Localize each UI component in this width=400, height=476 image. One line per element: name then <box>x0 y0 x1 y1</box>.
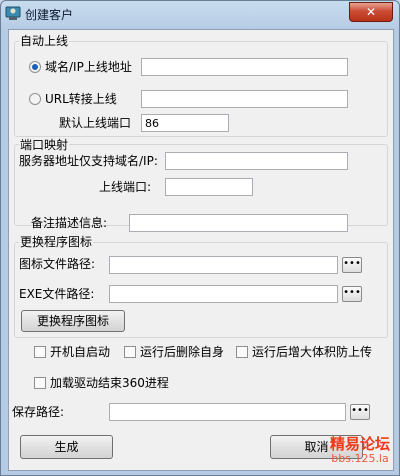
icon-change-group-label: 更换程序图标 <box>19 235 94 249</box>
port-mapping-group-label: 端口映射 <box>19 138 70 152</box>
generate-button[interactable]: 生成 <box>20 435 113 459</box>
load-driver-checkbox[interactable] <box>34 377 46 389</box>
icon-path-input[interactable] <box>109 256 338 274</box>
ellipsis-icon: ••• <box>351 405 369 416</box>
forum-watermark: 精易论坛 bbs.125.la <box>323 435 397 465</box>
url-redirect-radio[interactable] <box>29 93 41 105</box>
url-redirect-input[interactable] <box>141 90 348 108</box>
url-redirect-label: URL转接上线 <box>45 92 117 106</box>
save-path-label: 保存路径: <box>12 405 65 419</box>
exe-path-browse-button[interactable]: ••• <box>342 286 362 302</box>
remark-label: 备注描述信息: <box>31 216 108 230</box>
enlarge-label: 运行后增大体积防上传 <box>252 345 373 359</box>
exe-path-label: EXE文件路径: <box>19 287 95 301</box>
domain-ip-radio[interactable] <box>29 61 41 73</box>
autostart-checkbox[interactable] <box>34 346 46 358</box>
server-address-label: 服务器地址仅支持域名/IP: <box>19 154 158 168</box>
window-title: 创建客户 <box>25 8 74 22</box>
auto-online-group-label: 自动上线 <box>19 34 70 48</box>
remark-input[interactable] <box>129 214 348 232</box>
domain-ip-label: 域名/IP上线地址 <box>45 60 132 74</box>
load-driver-label: 加载驱动结束360进程 <box>50 376 169 390</box>
close-button[interactable]: ✕ <box>349 2 393 22</box>
watermark-url: bbs.125.la <box>331 452 389 465</box>
autostart-label: 开机自启动 <box>50 345 111 359</box>
delete-self-label: 运行后删除自身 <box>140 345 225 359</box>
icon-path-browse-button[interactable]: ••• <box>342 257 362 273</box>
server-address-input[interactable] <box>165 152 348 170</box>
dialog-body: 自动上线 域名/IP上线地址 URL转接上线 默认上线端口 端口映射 服务器地址… <box>8 29 394 471</box>
ellipsis-icon: ••• <box>343 287 361 298</box>
close-icon: ✕ <box>365 5 377 19</box>
domain-ip-input[interactable] <box>141 58 348 76</box>
save-path-input[interactable] <box>109 403 346 421</box>
default-port-label: 默认上线端口 <box>59 116 132 130</box>
client-icon <box>5 6 21 20</box>
mapping-port-label: 上线端口: <box>99 180 152 194</box>
delete-self-checkbox[interactable] <box>124 346 136 358</box>
exe-path-input[interactable] <box>109 285 338 303</box>
watermark-title: 精易论坛 <box>329 435 390 453</box>
enlarge-checkbox[interactable] <box>236 346 248 358</box>
save-path-browse-button[interactable]: ••• <box>350 404 370 420</box>
default-port-input[interactable] <box>141 114 229 132</box>
icon-path-label: 图标文件路径: <box>19 257 96 271</box>
mapping-port-input[interactable] <box>165 178 253 196</box>
create-client-window: 创建客户 ✕ 自动上线 域名/IP上线地址 URL转接上线 默认上线端口 端口映… <box>0 0 400 476</box>
ellipsis-icon: ••• <box>343 258 361 269</box>
change-icon-button[interactable]: 更换程序图标 <box>21 310 125 332</box>
title-bar[interactable]: 创建客户 ✕ <box>1 1 399 27</box>
